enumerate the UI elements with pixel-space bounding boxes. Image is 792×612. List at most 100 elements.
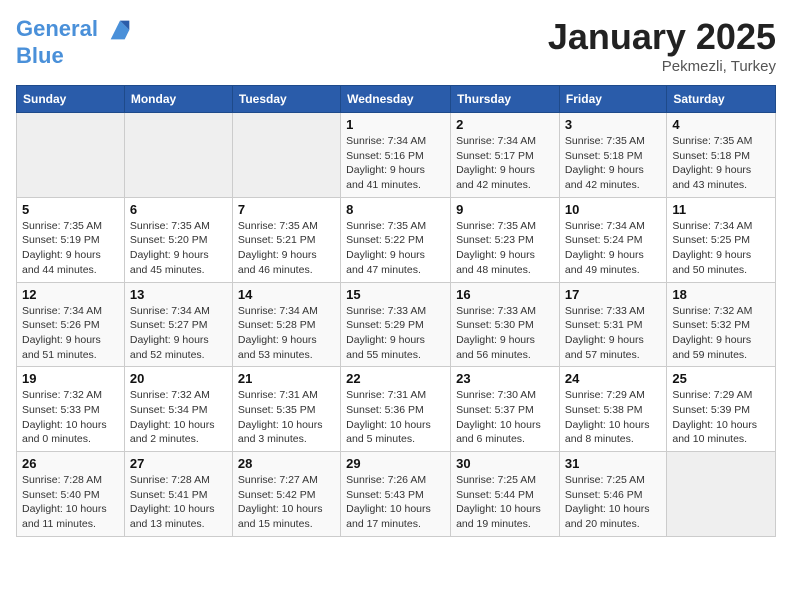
calendar-day-cell: 29 Sunrise: 7:26 AM Sunset: 5:43 PM Dayli…: [341, 452, 451, 537]
day-info: Sunrise: 7:25 AM Sunset: 5:46 PM Dayligh…: [565, 473, 661, 532]
day-number: 12: [22, 287, 119, 302]
weekday-header: Wednesday: [341, 86, 451, 113]
day-info: Sunrise: 7:32 AM Sunset: 5:32 PM Dayligh…: [672, 304, 770, 363]
day-info: Sunrise: 7:35 AM Sunset: 5:19 PM Dayligh…: [22, 219, 119, 278]
day-info: Sunrise: 7:35 AM Sunset: 5:23 PM Dayligh…: [456, 219, 554, 278]
day-number: 30: [456, 456, 554, 471]
day-number: 20: [130, 371, 227, 386]
day-number: 9: [456, 202, 554, 217]
day-number: 3: [565, 117, 661, 132]
calendar-day-cell: 30 Sunrise: 7:25 AM Sunset: 5:44 PM Dayli…: [451, 452, 560, 537]
day-number: 7: [238, 202, 335, 217]
calendar-day-cell: 22Sunrise: 7:31 AM Sunset: 5:36 PM Dayli…: [341, 367, 451, 452]
logo-text: General: [16, 16, 134, 44]
calendar-day-cell: 21 Sunrise: 7:31 AM Sunset: 5:35 PM Dayli…: [232, 367, 340, 452]
day-number: 1: [346, 117, 445, 132]
day-number: 26: [22, 456, 119, 471]
weekday-header: Saturday: [667, 86, 776, 113]
logo-blue: Blue: [16, 44, 134, 68]
day-info: Sunrise: 7:35 AM Sunset: 5:20 PM Dayligh…: [130, 219, 227, 278]
day-info: Sunrise: 7:35 AM Sunset: 5:18 PM Dayligh…: [565, 134, 661, 193]
day-number: 11: [672, 202, 770, 217]
month-title: January 2025: [548, 16, 776, 58]
weekday-header: Friday: [559, 86, 666, 113]
calendar-day-cell: 20 Sunrise: 7:32 AM Sunset: 5:34 PM Dayli…: [124, 367, 232, 452]
calendar-day-cell: [232, 113, 340, 198]
day-number: 25: [672, 371, 770, 386]
day-number: 22: [346, 371, 445, 386]
calendar-day-cell: 2Sunrise: 7:34 AM Sunset: 5:17 PM Daylig…: [451, 113, 560, 198]
calendar-day-cell: 24Sunrise: 7:29 AM Sunset: 5:38 PM Dayli…: [559, 367, 666, 452]
day-number: 27: [130, 456, 227, 471]
day-number: 24: [565, 371, 661, 386]
day-info: Sunrise: 7:31 AM Sunset: 5:35 PM Dayligh…: [238, 388, 335, 447]
calendar-day-cell: 27 Sunrise: 7:28 AM Sunset: 5:41 PM Dayli…: [124, 452, 232, 537]
calendar-day-cell: 5Sunrise: 7:35 AM Sunset: 5:19 PM Daylig…: [17, 197, 125, 282]
day-number: 13: [130, 287, 227, 302]
day-info: Sunrise: 7:25 AM Sunset: 5:44 PM Dayligh…: [456, 473, 554, 532]
calendar-day-cell: 17 Sunrise: 7:33 AM Sunset: 5:31 PM Dayli…: [559, 282, 666, 367]
day-info: Sunrise: 7:34 AM Sunset: 5:28 PM Dayligh…: [238, 304, 335, 363]
calendar-week-row: 26 Sunrise: 7:28 AM Sunset: 5:40 PM Dayli…: [17, 452, 776, 537]
day-number: 16: [456, 287, 554, 302]
weekday-header: Sunday: [17, 86, 125, 113]
calendar-day-cell: 25 Sunrise: 7:29 AM Sunset: 5:39 PM Dayli…: [667, 367, 776, 452]
calendar-day-cell: 10Sunrise: 7:34 AM Sunset: 5:24 PM Dayli…: [559, 197, 666, 282]
weekday-header: Thursday: [451, 86, 560, 113]
day-info: Sunrise: 7:35 AM Sunset: 5:21 PM Dayligh…: [238, 219, 335, 278]
day-info: Sunrise: 7:30 AM Sunset: 5:37 PM Dayligh…: [456, 388, 554, 447]
day-info: Sunrise: 7:35 AM Sunset: 5:22 PM Dayligh…: [346, 219, 445, 278]
title-section: January 2025 Pekmezli, Turkey: [548, 16, 776, 75]
page-header: General Blue January 2025 Pekmezli, Turk…: [16, 16, 776, 75]
day-info: Sunrise: 7:28 AM Sunset: 5:40 PM Dayligh…: [22, 473, 119, 532]
weekday-header-row: SundayMondayTuesdayWednesdayThursdayFrid…: [17, 86, 776, 113]
calendar-day-cell: [667, 452, 776, 537]
logo: General Blue: [16, 16, 134, 68]
calendar-day-cell: [17, 113, 125, 198]
day-info: Sunrise: 7:32 AM Sunset: 5:34 PM Dayligh…: [130, 388, 227, 447]
calendar-day-cell: 6 Sunrise: 7:35 AM Sunset: 5:20 PM Daylig…: [124, 197, 232, 282]
calendar-day-cell: 4Sunrise: 7:35 AM Sunset: 5:18 PM Daylig…: [667, 113, 776, 198]
day-number: 10: [565, 202, 661, 217]
day-number: 29: [346, 456, 445, 471]
calendar-day-cell: 18 Sunrise: 7:32 AM Sunset: 5:32 PM Dayli…: [667, 282, 776, 367]
day-info: Sunrise: 7:34 AM Sunset: 5:16 PM Dayligh…: [346, 134, 445, 193]
calendar-day-cell: 23 Sunrise: 7:30 AM Sunset: 5:37 PM Dayli…: [451, 367, 560, 452]
day-info: Sunrise: 7:33 AM Sunset: 5:31 PM Dayligh…: [565, 304, 661, 363]
day-info: Sunrise: 7:33 AM Sunset: 5:29 PM Dayligh…: [346, 304, 445, 363]
day-number: 23: [456, 371, 554, 386]
day-info: Sunrise: 7:29 AM Sunset: 5:39 PM Dayligh…: [672, 388, 770, 447]
calendar-table: SundayMondayTuesdayWednesdayThursdayFrid…: [16, 85, 776, 537]
day-info: Sunrise: 7:35 AM Sunset: 5:18 PM Dayligh…: [672, 134, 770, 193]
calendar-day-cell: 28 Sunrise: 7:27 AM Sunset: 5:42 PM Dayli…: [232, 452, 340, 537]
day-number: 2: [456, 117, 554, 132]
calendar-day-cell: 12Sunrise: 7:34 AM Sunset: 5:26 PM Dayli…: [17, 282, 125, 367]
calendar-day-cell: 19Sunrise: 7:32 AM Sunset: 5:33 PM Dayli…: [17, 367, 125, 452]
weekday-header: Monday: [124, 86, 232, 113]
day-number: 6: [130, 202, 227, 217]
day-number: 21: [238, 371, 335, 386]
calendar-day-cell: 14 Sunrise: 7:34 AM Sunset: 5:28 PM Dayli…: [232, 282, 340, 367]
day-info: Sunrise: 7:27 AM Sunset: 5:42 PM Dayligh…: [238, 473, 335, 532]
calendar-week-row: 12Sunrise: 7:34 AM Sunset: 5:26 PM Dayli…: [17, 282, 776, 367]
day-info: Sunrise: 7:34 AM Sunset: 5:25 PM Dayligh…: [672, 219, 770, 278]
calendar-day-cell: 31 Sunrise: 7:25 AM Sunset: 5:46 PM Dayli…: [559, 452, 666, 537]
location-subtitle: Pekmezli, Turkey: [548, 58, 776, 75]
calendar-day-cell: 16Sunrise: 7:33 AM Sunset: 5:30 PM Dayli…: [451, 282, 560, 367]
calendar-day-cell: 1 Sunrise: 7:34 AM Sunset: 5:16 PM Daylig…: [341, 113, 451, 198]
day-info: Sunrise: 7:26 AM Sunset: 5:43 PM Dayligh…: [346, 473, 445, 532]
day-number: 19: [22, 371, 119, 386]
calendar-day-cell: 9 Sunrise: 7:35 AM Sunset: 5:23 PM Daylig…: [451, 197, 560, 282]
day-number: 18: [672, 287, 770, 302]
calendar-day-cell: 7 Sunrise: 7:35 AM Sunset: 5:21 PM Daylig…: [232, 197, 340, 282]
day-number: 8: [346, 202, 445, 217]
day-number: 15: [346, 287, 445, 302]
day-info: Sunrise: 7:28 AM Sunset: 5:41 PM Dayligh…: [130, 473, 227, 532]
day-number: 31: [565, 456, 661, 471]
day-number: 14: [238, 287, 335, 302]
day-number: 17: [565, 287, 661, 302]
calendar-day-cell: 11 Sunrise: 7:34 AM Sunset: 5:25 PM Dayli…: [667, 197, 776, 282]
day-number: 28: [238, 456, 335, 471]
weekday-header: Tuesday: [232, 86, 340, 113]
calendar-day-cell: 26 Sunrise: 7:28 AM Sunset: 5:40 PM Dayli…: [17, 452, 125, 537]
